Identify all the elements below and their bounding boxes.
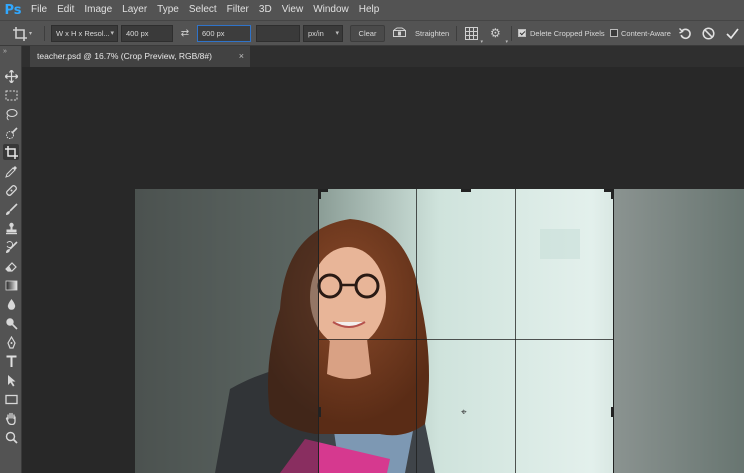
document-image[interactable]: ⌖ <box>135 189 744 473</box>
crop-settings-button[interactable]: ⚙ ▾ <box>489 25 508 45</box>
brush-icon[interactable] <box>3 201 19 217</box>
path-select-icon[interactable] <box>3 372 19 388</box>
menu-view[interactable]: View <box>277 0 309 20</box>
crop-grid-line <box>515 189 516 473</box>
menu-window[interactable]: Window <box>308 0 354 20</box>
menu-image[interactable]: Image <box>79 0 117 20</box>
options-bar: ▾ W x H x Resol... ▾ 400 px ⇄ 600 px px/… <box>0 20 744 46</box>
collapse-toolbar-icon[interactable]: » <box>3 48 7 55</box>
close-icon[interactable]: × <box>239 46 244 67</box>
crop-grid-line <box>416 189 417 473</box>
menu-filter[interactable]: Filter <box>222 0 254 20</box>
crop-border-left <box>318 189 319 473</box>
delete-cropped-label[interactable]: Delete Cropped Pixels <box>530 25 605 42</box>
rectangle-icon[interactable] <box>3 391 19 407</box>
delete-cropped-checkbox[interactable] <box>518 29 526 37</box>
chevron-down-icon: ▾ <box>29 31 33 37</box>
crop-ratio-value: W x H x Resol... <box>56 29 110 38</box>
width-field[interactable]: 400 px <box>121 25 173 42</box>
crop-handle-top[interactable] <box>461 189 471 192</box>
menu-file[interactable]: File <box>26 0 52 20</box>
grid-icon <box>465 27 478 40</box>
crop-shield-left <box>135 189 318 473</box>
dodge-icon[interactable] <box>3 315 19 331</box>
healing-brush-icon[interactable] <box>3 182 19 198</box>
chevron-down-icon: ▾ <box>480 39 483 45</box>
content-aware-label[interactable]: Content-Aware <box>621 25 671 42</box>
cancel-crop-button[interactable] <box>702 25 716 42</box>
menu-help[interactable]: Help <box>354 0 385 20</box>
menu-3d[interactable]: 3D <box>254 0 277 20</box>
document-canvas[interactable]: ⌖ <box>22 67 744 473</box>
checkmark-icon <box>726 28 739 40</box>
crop-ratio-select[interactable]: W x H x Resol... ▾ <box>51 25 118 42</box>
hand-icon[interactable] <box>3 410 19 426</box>
level-icon <box>393 27 406 37</box>
move-icon[interactable] <box>3 68 19 84</box>
photoshop-logo: Ps <box>4 2 22 18</box>
separator <box>456 26 457 41</box>
document-tab[interactable]: teacher.psd @ 16.7% (Crop Preview, RGB/8… <box>30 46 250 67</box>
chevron-down-icon: ▾ <box>505 39 508 45</box>
commit-crop-button[interactable] <box>726 25 740 42</box>
menu-edit[interactable]: Edit <box>52 0 79 20</box>
crop-handle-top-left[interactable] <box>318 189 321 199</box>
resolution-field[interactable] <box>256 25 300 42</box>
lasso-icon[interactable] <box>3 106 19 122</box>
reset-crop-button[interactable] <box>679 25 693 42</box>
crop-border-right <box>613 189 614 473</box>
gear-icon: ⚙ <box>490 26 501 40</box>
stamp-icon[interactable] <box>3 220 19 236</box>
crop-tool-preset-picker[interactable]: ▾ <box>8 25 38 42</box>
crop-shield-right <box>614 189 744 473</box>
straighten-button[interactable] <box>393 25 407 42</box>
crop-box[interactable] <box>318 189 614 473</box>
height-value: 600 px <box>202 29 225 38</box>
menu-bar: Ps File Edit Image Layer Type Select Fil… <box>0 0 744 20</box>
chevron-down-icon: ▾ <box>110 30 114 37</box>
crop-icon[interactable] <box>3 144 19 160</box>
marquee-icon[interactable] <box>3 87 19 103</box>
resolution-units-value: px/in <box>308 29 324 38</box>
clear-button[interactable]: Clear <box>350 25 385 42</box>
swap-icon[interactable]: ⇄ <box>178 25 192 42</box>
crop-handle-top-right[interactable] <box>611 189 614 199</box>
chevron-down-icon: ▾ <box>335 30 339 37</box>
document-tab-title: teacher.psd @ 16.7% (Crop Preview, RGB/8… <box>37 51 212 61</box>
width-value: 400 px <box>126 29 149 38</box>
crop-icon <box>13 27 27 41</box>
eraser-icon[interactable] <box>3 258 19 274</box>
history-brush-icon[interactable] <box>3 239 19 255</box>
straighten-label[interactable]: Straighten <box>415 25 449 42</box>
document-tab-bar: teacher.psd @ 16.7% (Crop Preview, RGB/8… <box>22 46 744 67</box>
quick-select-icon[interactable] <box>3 125 19 141</box>
menu-layer[interactable]: Layer <box>117 0 152 20</box>
crop-handle-left[interactable] <box>318 407 321 417</box>
type-icon[interactable] <box>3 353 19 369</box>
gradient-icon[interactable] <box>3 277 19 293</box>
pen-icon[interactable] <box>3 334 19 350</box>
zoom-icon[interactable] <box>3 429 19 445</box>
resolution-units-select[interactable]: px/in ▾ <box>303 25 343 42</box>
crop-grid-line <box>318 339 614 340</box>
content-aware-checkbox[interactable] <box>610 29 618 37</box>
menu-select[interactable]: Select <box>184 0 222 20</box>
eyedropper-icon[interactable] <box>3 163 19 179</box>
crop-handle-right[interactable] <box>611 407 614 417</box>
cancel-icon <box>702 27 715 40</box>
separator <box>511 26 512 41</box>
blur-icon[interactable] <box>3 296 19 312</box>
menu-type[interactable]: Type <box>152 0 184 20</box>
height-field[interactable]: 600 px <box>197 25 251 42</box>
separator <box>44 26 45 41</box>
reset-icon <box>679 28 691 40</box>
overlay-options-button[interactable]: ▾ <box>464 25 483 45</box>
crop-center-crosshair-icon: ⌖ <box>461 407 467 418</box>
tools-panel: » <box>0 46 22 473</box>
